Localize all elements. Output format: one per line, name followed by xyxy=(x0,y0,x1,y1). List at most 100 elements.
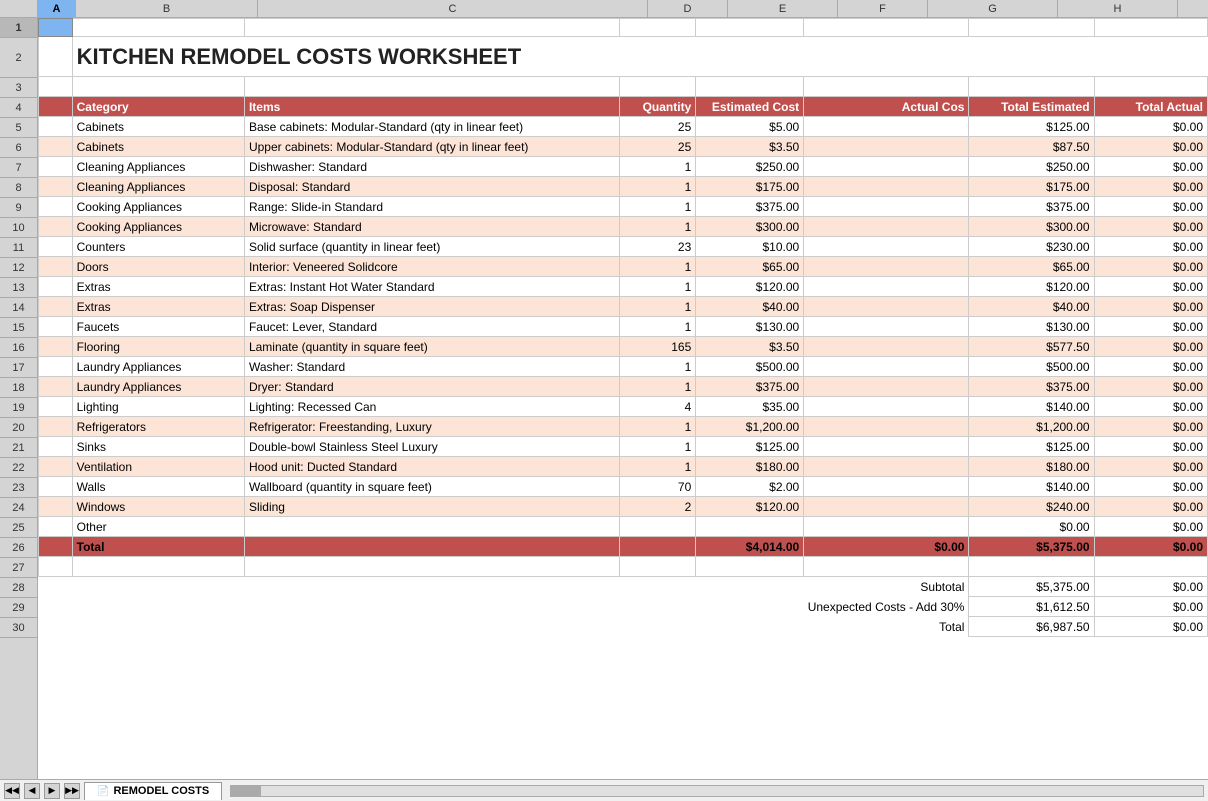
cell-qty[interactable]: 1 xyxy=(619,277,696,297)
row-num-15[interactable]: 15 xyxy=(0,318,37,338)
cell-item[interactable]: Disposal: Standard xyxy=(244,177,619,197)
cell-total-est[interactable]: $250.00 xyxy=(969,157,1094,177)
row-num-2[interactable]: 2 xyxy=(0,38,37,78)
cell-est-cost[interactable]: $35.00 xyxy=(696,397,804,417)
cell-a[interactable] xyxy=(39,277,73,297)
cell-category[interactable]: Doors xyxy=(72,257,244,277)
cell-item[interactable]: Faucet: Lever, Standard xyxy=(244,317,619,337)
col-header-e[interactable]: E xyxy=(728,0,838,17)
row-num-1[interactable]: 1 xyxy=(0,18,37,38)
cell-g3[interactable] xyxy=(969,77,1094,97)
cell-category[interactable]: Extras xyxy=(72,297,244,317)
cell-item[interactable]: Washer: Standard xyxy=(244,357,619,377)
cell-c1[interactable] xyxy=(244,19,619,37)
cell-h3[interactable] xyxy=(1094,77,1207,97)
cell-item[interactable]: Wallboard (quantity in square feet) xyxy=(244,477,619,497)
cell-total-act[interactable]: $0.00 xyxy=(1094,437,1207,457)
cell-act-cost[interactable] xyxy=(804,357,969,377)
cell-d1[interactable] xyxy=(619,19,696,37)
cell-category[interactable]: Lighting xyxy=(72,397,244,417)
cell-total-act[interactable]: $0.00 xyxy=(1094,297,1207,317)
sheet-tab-remodel[interactable]: 📄 REMODEL COSTS xyxy=(84,782,222,800)
cell-total-est[interactable]: $375.00 xyxy=(969,197,1094,217)
cell-total-est[interactable]: $65.00 xyxy=(969,257,1094,277)
cell-a[interactable] xyxy=(39,497,73,517)
cell-a1[interactable] xyxy=(39,19,73,37)
cell-total-est[interactable]: $577.50 xyxy=(969,337,1094,357)
row-num-10[interactable]: 10 xyxy=(0,218,37,238)
cell-item[interactable]: Hood unit: Ducted Standard xyxy=(244,457,619,477)
cell-act-cost[interactable] xyxy=(804,297,969,317)
cell-b3[interactable] xyxy=(72,77,244,97)
cell-total-est[interactable]: $40.00 xyxy=(969,297,1094,317)
cell-total-act[interactable]: $0.00 xyxy=(1094,477,1207,497)
cell-item[interactable]: Interior: Veneered Solidcore xyxy=(244,257,619,277)
cell-qty[interactable] xyxy=(619,517,696,537)
cell-item[interactable]: Microwave: Standard xyxy=(244,217,619,237)
cell-est-cost[interactable]: $375.00 xyxy=(696,197,804,217)
cell-est-cost[interactable]: $10.00 xyxy=(696,237,804,257)
cell-total-est[interactable]: $230.00 xyxy=(969,237,1094,257)
cell-act-cost[interactable] xyxy=(804,457,969,477)
col-header-d[interactable]: D xyxy=(648,0,728,17)
cell-category[interactable]: Faucets xyxy=(72,317,244,337)
cell-est-cost[interactable]: $65.00 xyxy=(696,257,804,277)
cell-act-cost[interactable] xyxy=(804,517,969,537)
cell-act-cost[interactable] xyxy=(804,157,969,177)
cell-total-act[interactable]: $0.00 xyxy=(1094,197,1207,217)
cell-act-cost[interactable] xyxy=(804,277,969,297)
cell-qty[interactable]: 165 xyxy=(619,337,696,357)
cell-category[interactable]: Cooking Appliances xyxy=(72,217,244,237)
cell-category[interactable]: Sinks xyxy=(72,437,244,457)
cell-qty[interactable]: 1 xyxy=(619,317,696,337)
cell-total-act[interactable]: $0.00 xyxy=(1094,517,1207,537)
cell-qty[interactable]: 23 xyxy=(619,237,696,257)
cell-category[interactable]: Laundry Appliances xyxy=(72,357,244,377)
cell-total-est[interactable]: $175.00 xyxy=(969,177,1094,197)
cell-est-cost[interactable]: $5.00 xyxy=(696,117,804,137)
cell-est-cost[interactable]: $3.50 xyxy=(696,337,804,357)
row-num-23[interactable]: 23 xyxy=(0,478,37,498)
cell-total-est[interactable]: $180.00 xyxy=(969,457,1094,477)
cell-qty[interactable]: 1 xyxy=(619,257,696,277)
cell-act-cost[interactable] xyxy=(804,257,969,277)
row-num-7[interactable]: 7 xyxy=(0,158,37,178)
cell-total-est[interactable]: $375.00 xyxy=(969,377,1094,397)
cell-est-cost[interactable]: $180.00 xyxy=(696,457,804,477)
cell-total-est[interactable]: $87.50 xyxy=(969,137,1094,157)
cell-g1[interactable] xyxy=(969,19,1094,37)
cell-est-cost[interactable]: $2.00 xyxy=(696,477,804,497)
cell-act-cost[interactable] xyxy=(804,417,969,437)
row-num-5[interactable]: 5 xyxy=(0,118,37,138)
cell-total-act[interactable]: $0.00 xyxy=(1094,357,1207,377)
cell-est-cost[interactable]: $120.00 xyxy=(696,497,804,517)
cell-qty[interactable]: 1 xyxy=(619,157,696,177)
cell-qty[interactable]: 1 xyxy=(619,417,696,437)
cell-act-cost[interactable] xyxy=(804,217,969,237)
row-num-18[interactable]: 18 xyxy=(0,378,37,398)
cell-total-act[interactable]: $0.00 xyxy=(1094,137,1207,157)
cell-est-cost[interactable]: $375.00 xyxy=(696,377,804,397)
cell-a[interactable] xyxy=(39,237,73,257)
cell-a[interactable] xyxy=(39,437,73,457)
tab-nav-last[interactable]: ▶▶ xyxy=(64,783,80,799)
cell-total-est[interactable]: $500.00 xyxy=(969,357,1094,377)
cell-category[interactable]: Other xyxy=(72,517,244,537)
cell-item[interactable]: Refrigerator: Freestanding, Luxury xyxy=(244,417,619,437)
cell-total-est[interactable]: $140.00 xyxy=(969,397,1094,417)
cell-total-est[interactable]: $130.00 xyxy=(969,317,1094,337)
col-header-c[interactable]: C xyxy=(258,0,648,17)
cell-h1[interactable] xyxy=(1094,19,1207,37)
row-num-26[interactable]: 26 xyxy=(0,538,37,558)
cell-qty[interactable]: 2 xyxy=(619,497,696,517)
row-num-25[interactable]: 25 xyxy=(0,518,37,538)
row-num-30[interactable]: 30 xyxy=(0,618,37,638)
cell-item[interactable]: Range: Slide-in Standard xyxy=(244,197,619,217)
cell-category[interactable]: Cooking Appliances xyxy=(72,197,244,217)
scroll-thumb[interactable] xyxy=(231,786,261,796)
cell-a[interactable] xyxy=(39,377,73,397)
cell-a[interactable] xyxy=(39,517,73,537)
cell-qty[interactable]: 1 xyxy=(619,197,696,217)
cell-d3[interactable] xyxy=(619,77,696,97)
cell-act-cost[interactable] xyxy=(804,437,969,457)
